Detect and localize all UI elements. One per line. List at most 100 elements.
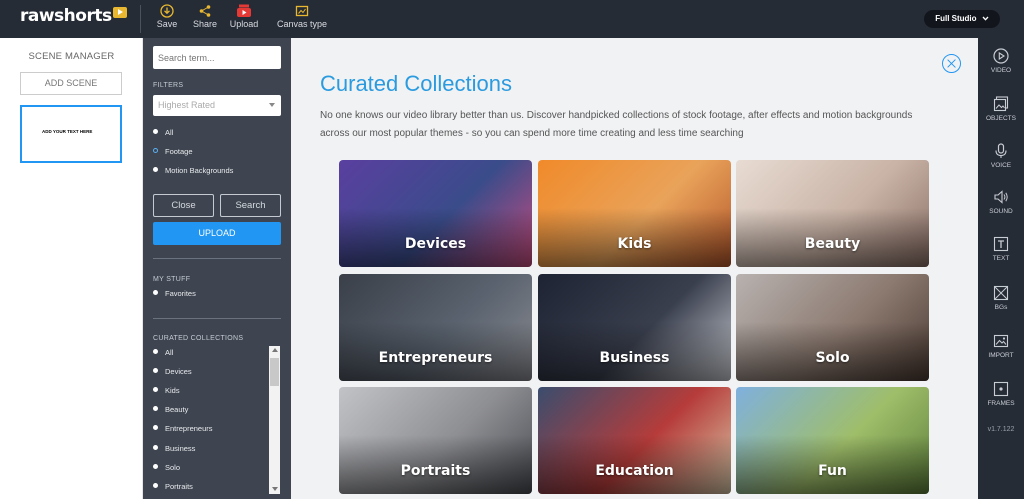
tile-label: Portraits (400, 463, 471, 479)
scrollbar-thumb[interactable] (270, 358, 279, 386)
collection-tile-fun[interactable]: Fun (736, 387, 929, 494)
voice-tool[interactable]: VOICE (978, 143, 1024, 169)
tool-label: TEXT (992, 255, 1010, 262)
close-collections-icon[interactable] (942, 54, 961, 73)
backgrounds-tool[interactable]: BGs (978, 285, 1024, 311)
filters-label: FILTERS (153, 82, 184, 89)
divider (153, 258, 281, 259)
sound-tool[interactable]: SOUND (978, 189, 1024, 215)
collection-item-kids[interactable]: Kids (153, 386, 180, 396)
frame-icon (993, 381, 1009, 397)
right-toolbar: VIDEO OBJECTS VOICE SOUND TEXT BGs IMPOR… (978, 38, 1024, 499)
radio-icon (153, 167, 158, 172)
save-button[interactable]: Save (155, 4, 179, 34)
image-icon (993, 96, 1009, 112)
text-tool[interactable]: TEXT (978, 236, 1024, 262)
collection-tile-business[interactable]: Business (538, 274, 731, 381)
toolbar-divider (140, 5, 141, 33)
version-label: v1.7.122 (987, 426, 1015, 433)
my-stuff-label: MY STUFF (153, 276, 191, 283)
collection-item-business[interactable]: Business (153, 444, 195, 454)
sort-select[interactable]: Highest Rated (153, 95, 281, 116)
microphone-icon (995, 143, 1007, 158)
favorites-item[interactable]: Favorites (153, 289, 196, 299)
logo-text: rawshorts (20, 6, 112, 26)
studio-label: Full Studio (935, 14, 977, 23)
tool-label: SOUND (989, 208, 1013, 215)
objects-tool[interactable]: OBJECTS (978, 96, 1024, 122)
canvas-type-button[interactable]: Canvas type (276, 4, 328, 34)
radio-icon (153, 425, 158, 430)
collection-tile-portraits[interactable]: Portraits (339, 387, 532, 494)
tile-label: Education (595, 463, 674, 479)
radio-selected-icon (153, 148, 158, 153)
full-studio-dropdown[interactable]: Full Studio (924, 10, 1000, 28)
logo-play-icon (112, 7, 127, 18)
tile-label: Beauty (804, 236, 861, 252)
media-type-all[interactable]: All (153, 128, 173, 138)
add-scene-button[interactable]: ADD SCENE (20, 72, 122, 95)
close-button[interactable]: Close (153, 194, 214, 217)
tool-label: VOICE (990, 162, 1012, 169)
play-circle-icon (993, 48, 1009, 64)
collection-item-devices[interactable]: Devices (153, 367, 192, 377)
tool-label: OBJECTS (986, 115, 1016, 122)
rawshorts-logo[interactable]: rawshorts (20, 6, 127, 26)
collection-item-entrepreneurs[interactable]: Entrepreneurs (153, 424, 213, 434)
import-tool[interactable]: IMPORT (978, 333, 1024, 359)
upload-media-button[interactable]: UPLOAD (153, 222, 281, 245)
scroll-up-arrow-icon[interactable] (272, 348, 278, 352)
collection-tile-solo[interactable]: Solo (736, 274, 929, 381)
media-type-motion-backgrounds[interactable]: Motion Backgrounds (153, 166, 233, 176)
curated-collections-label: CURATED COLLECTIONS (153, 335, 244, 342)
top-bar: rawshorts Save Share Upload Canvas type … (0, 0, 1024, 38)
search-input[interactable] (153, 46, 281, 69)
tool-label: IMPORT (988, 352, 1014, 359)
collection-item-all[interactable]: All (153, 348, 173, 358)
collection-tile-devices[interactable]: Devices (339, 160, 532, 267)
video-tool[interactable]: VIDEO (978, 48, 1024, 74)
radio-icon (153, 464, 158, 469)
upload-button[interactable]: Upload (228, 4, 260, 34)
tile-label: Business (599, 350, 670, 366)
share-icon (199, 5, 211, 17)
save-icon (160, 4, 174, 18)
radio-icon (153, 483, 158, 488)
tile-label: Solo (815, 350, 850, 366)
share-button[interactable]: Share (191, 4, 219, 34)
radio-icon (153, 368, 158, 373)
collection-item-label: Kids (165, 386, 180, 395)
collection-item-label: All (165, 348, 174, 357)
scene-thumbnail[interactable]: ADD YOUR TEXT HERE (20, 105, 122, 163)
search-button[interactable]: Search (220, 194, 281, 217)
collection-tile-entrepreneurs[interactable]: Entrepreneurs (339, 274, 532, 381)
tile-label: Fun (818, 463, 847, 479)
collection-item-portraits[interactable]: Portraits (153, 482, 193, 492)
caret-down-icon (269, 103, 275, 107)
import-image-icon (993, 334, 1009, 348)
media-search-panel: FILTERS Highest Rated All Footage Motion… (143, 38, 291, 499)
collection-item-solo[interactable]: Solo (153, 463, 180, 473)
text-box-icon (993, 236, 1009, 252)
collection-item-label: Business (165, 444, 196, 453)
radio-icon (153, 129, 158, 134)
chevron-down-icon (982, 16, 989, 21)
tool-label: FRAMES (987, 400, 1015, 407)
collection-item-label: Entrepreneurs (165, 424, 213, 433)
frames-tool[interactable]: FRAMES (978, 381, 1024, 407)
speaker-icon (994, 190, 1008, 204)
collection-item-beauty[interactable]: Beauty (153, 405, 188, 415)
background-icon (993, 285, 1009, 301)
canvas-icon (295, 5, 309, 17)
media-type-label: All (165, 128, 174, 137)
media-type-label: Motion Backgrounds (165, 166, 234, 175)
media-type-footage[interactable]: Footage (153, 147, 193, 157)
collection-tile-education[interactable]: Education (538, 387, 731, 494)
scroll-down-arrow-icon[interactable] (272, 487, 278, 491)
youtube-icon (237, 4, 251, 17)
collection-item-label: Devices (165, 367, 192, 376)
collection-tile-kids[interactable]: Kids (538, 160, 731, 267)
share-label: Share (192, 19, 218, 29)
collections-scrollbar[interactable] (269, 346, 280, 494)
collection-tile-beauty[interactable]: Beauty (736, 160, 929, 267)
